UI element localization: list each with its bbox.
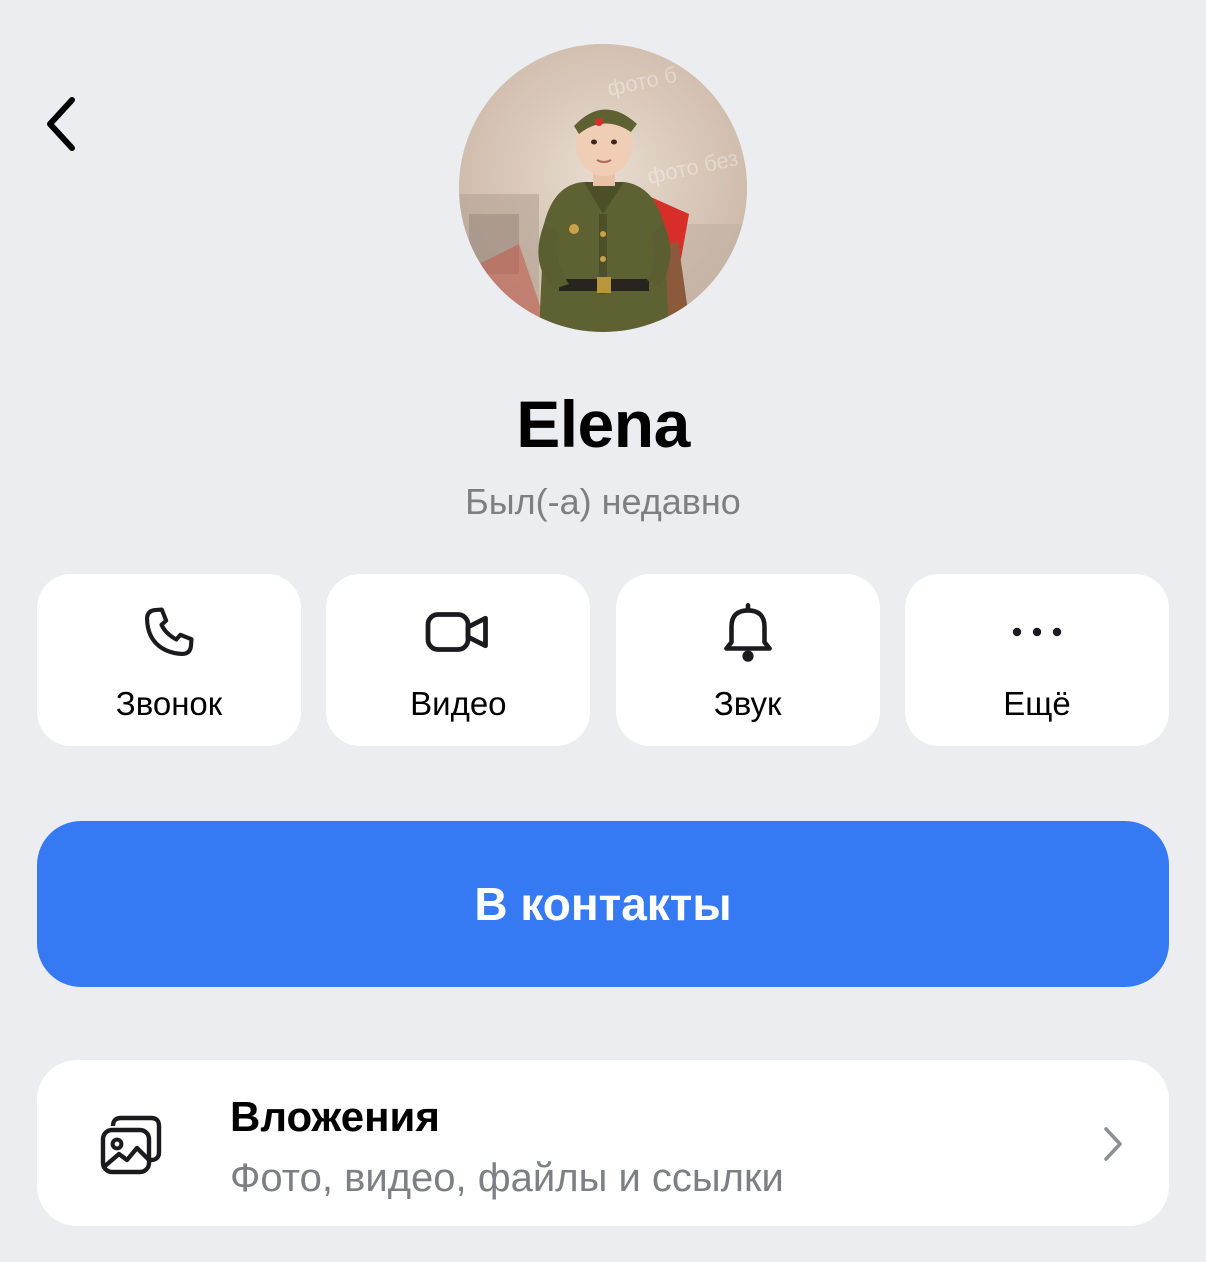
sound-button[interactable]: Звук bbox=[615, 574, 880, 746]
add-to-contacts-button[interactable]: В контакты bbox=[37, 821, 1169, 987]
attachments-title: Вложения bbox=[230, 1093, 440, 1140]
avatar[interactable]: фото б фото без bbox=[459, 44, 747, 332]
chevron-right-icon bbox=[1104, 1127, 1122, 1161]
bell-icon bbox=[723, 603, 772, 662]
action-bar: Звонок Видео Звук Ещё bbox=[37, 574, 1169, 746]
call-button[interactable]: Звонок bbox=[37, 574, 301, 746]
more-button-label: Ещё bbox=[1003, 685, 1071, 722]
attachments-row[interactable]: Вложения Фото, видео, файлы и ссылки bbox=[37, 1060, 1169, 1226]
phone-icon bbox=[144, 607, 194, 657]
chevron-left-icon bbox=[47, 97, 75, 151]
sound-button-label: Звук bbox=[713, 685, 782, 722]
call-button-label: Звонок bbox=[115, 685, 223, 722]
profile-photo: фото б фото без bbox=[459, 44, 747, 332]
video-button-label: Видео bbox=[410, 685, 507, 722]
attachments-subtitle: Фото, видео, файлы и ссылки bbox=[230, 1156, 784, 1200]
more-dots-icon bbox=[1012, 627, 1062, 637]
video-camera-icon bbox=[425, 612, 489, 652]
last-seen-status: Был(-а) недавно bbox=[465, 481, 741, 522]
media-gallery-icon bbox=[100, 1115, 162, 1175]
profile-name: Elena bbox=[516, 387, 690, 461]
more-button[interactable]: Ещё bbox=[904, 574, 1169, 746]
back-button[interactable] bbox=[30, 88, 94, 160]
video-button[interactable]: Видео bbox=[326, 574, 591, 746]
